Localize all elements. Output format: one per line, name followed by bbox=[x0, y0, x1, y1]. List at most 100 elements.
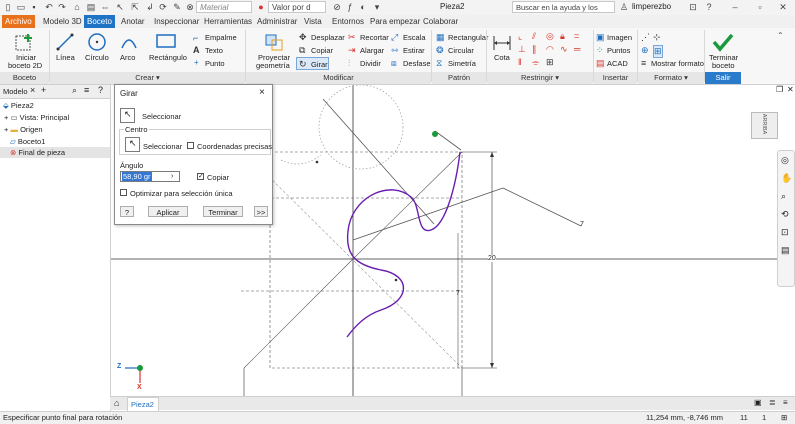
browser-tab-modelo[interactable]: Modelo bbox=[3, 87, 28, 96]
tile-icon[interactable]: ▣ bbox=[754, 398, 762, 407]
angle-input[interactable]: 58,90 gr › bbox=[120, 171, 180, 182]
browser-item-view[interactable]: + ▭ Vista: Principal bbox=[4, 112, 69, 123]
tab-para-empezar[interactable]: Para empezar bbox=[367, 15, 423, 28]
print-icon[interactable]: ▤ bbox=[86, 2, 96, 12]
equal-icon[interactable]: = bbox=[574, 31, 579, 41]
browser-item-sketch[interactable]: ▱ Boceto1 bbox=[10, 136, 45, 147]
more-options-button[interactable]: >> bbox=[254, 206, 268, 217]
show-format-label[interactable]: Mostrar formato bbox=[651, 59, 704, 68]
tab-menu-icon[interactable]: ≡ bbox=[783, 398, 788, 407]
tab-vista[interactable]: Vista bbox=[301, 15, 325, 28]
rectangular-pattern-icon[interactable]: ▦ bbox=[436, 32, 445, 43]
start-sketch-label-2[interactable]: boceto 2D bbox=[8, 61, 42, 70]
home-tab-icon[interactable]: ⌂ bbox=[114, 398, 119, 408]
open-file-icon[interactable]: ▭ bbox=[16, 2, 26, 12]
help-button[interactable]: ? bbox=[120, 206, 134, 217]
angle-flyout-icon[interactable]: › bbox=[171, 172, 173, 181]
text-icon[interactable]: A bbox=[193, 45, 200, 55]
line-label[interactable]: Línea bbox=[56, 53, 75, 62]
browser-item-end-of-part[interactable]: ⊗ Final de pieza bbox=[0, 147, 110, 158]
move-label[interactable]: Desplazar bbox=[311, 33, 345, 42]
move-icon[interactable]: ✥ bbox=[299, 32, 307, 43]
extend-icon[interactable]: ⇥ bbox=[348, 45, 356, 56]
symmetric-icon[interactable]: ⌯ bbox=[532, 57, 539, 68]
cursor-icon[interactable]: ⇱ bbox=[130, 2, 140, 12]
offset-label[interactable]: Desfase bbox=[403, 59, 431, 68]
clear-icon[interactable]: ⊘ bbox=[332, 2, 342, 12]
tab-entornos[interactable]: Entornos bbox=[329, 15, 367, 28]
offset-icon[interactable]: ⧈ bbox=[391, 58, 397, 69]
finish-button[interactable]: Terminar bbox=[203, 206, 243, 217]
home-icon[interactable]: ⌂ bbox=[72, 2, 82, 12]
pan-icon[interactable]: ✋ bbox=[781, 173, 792, 184]
circular-pattern-label[interactable]: Circular bbox=[448, 46, 474, 55]
select-icon[interactable]: ↖ bbox=[115, 2, 125, 12]
tab-herramientas[interactable]: Herramientas bbox=[201, 15, 255, 28]
construction-icon[interactable]: ⋰ bbox=[641, 32, 650, 43]
appearance-dropdown[interactable]: Valor por d bbox=[268, 1, 326, 13]
stretch-icon[interactable]: ⇿ bbox=[391, 45, 399, 56]
project-geometry-label-2[interactable]: geometría bbox=[256, 61, 290, 70]
viewport-close-icon[interactable]: ✕ bbox=[787, 85, 794, 94]
steering-wheel-icon[interactable]: ◎ bbox=[781, 155, 789, 166]
browser-item-part[interactable]: ⬙ Pieza2 bbox=[3, 100, 34, 111]
stop-icon[interactable]: ⊗ bbox=[185, 2, 195, 12]
browser-menu-icon[interactable]: ≡ bbox=[84, 85, 89, 95]
smooth-icon[interactable]: ∿ bbox=[560, 44, 568, 55]
acad-icon[interactable]: ▤ bbox=[596, 58, 605, 69]
tab-inspeccionar[interactable]: Inspeccionar bbox=[151, 15, 202, 28]
fx-icon[interactable]: ƒ bbox=[345, 2, 355, 12]
precise-coords-checkbox[interactable] bbox=[187, 142, 194, 149]
close-icon[interactable]: ✕ bbox=[778, 2, 788, 12]
dimension-label-7[interactable]: 7 bbox=[456, 290, 460, 297]
tab-administrar[interactable]: Administrar bbox=[254, 15, 300, 28]
panel-formato[interactable]: Formato ▾ bbox=[638, 72, 704, 84]
new-file-icon[interactable]: ▯ bbox=[3, 2, 13, 12]
point-label[interactable]: Punto bbox=[205, 59, 225, 68]
zoom-icon[interactable]: ⌕ bbox=[781, 191, 786, 202]
scale-icon[interactable]: ⤢ bbox=[391, 32, 398, 43]
save-icon[interactable]: ▪ bbox=[29, 2, 39, 12]
dialog-close-icon[interactable]: × bbox=[259, 87, 265, 98]
status-grid-icon[interactable]: ⊞ bbox=[781, 412, 787, 424]
format-icon[interactable]: ≡ bbox=[641, 58, 646, 68]
rectangular-pattern-label[interactable]: Rectangular bbox=[448, 33, 488, 42]
fix-icon[interactable]: 🔒︎ bbox=[560, 31, 565, 42]
add-browser-icon[interactable]: + bbox=[41, 85, 46, 95]
material-dropdown[interactable]: Material bbox=[196, 1, 252, 13]
image-icon[interactable]: ▣ bbox=[596, 32, 605, 43]
tab-colaborar[interactable]: Colaborar bbox=[420, 15, 461, 28]
parallel-icon[interactable]: ∥ bbox=[532, 44, 537, 55]
help-icon[interactable]: ? bbox=[704, 2, 714, 12]
rectangle-icon[interactable] bbox=[155, 33, 177, 49]
fillet-label[interactable]: Empalme bbox=[205, 33, 237, 42]
viewport-restore-icon[interactable]: ❐ bbox=[776, 85, 783, 94]
viewcube[interactable]: ARRIBA bbox=[751, 112, 778, 139]
concentric-icon[interactable]: ◎ bbox=[546, 31, 554, 42]
select-geometry-button[interactable]: ↖ bbox=[120, 108, 135, 123]
horizontal-icon[interactable]: ═ bbox=[574, 44, 580, 54]
dimension-label-7b[interactable]: 7 bbox=[580, 221, 584, 228]
line-icon[interactable] bbox=[55, 32, 75, 52]
driven-dimension-icon[interactable]: ⊞ bbox=[653, 45, 663, 58]
stretch-label[interactable]: Estirar bbox=[403, 46, 425, 55]
undo-icon[interactable]: ↶ bbox=[44, 2, 54, 12]
finish-sketch-label-2[interactable]: boceto bbox=[712, 61, 735, 70]
update-icon[interactable]: ⟳ bbox=[158, 2, 168, 12]
points-label[interactable]: Puntos bbox=[607, 46, 630, 55]
cascade-icon[interactable]: ≣ bbox=[769, 398, 776, 407]
browser-item-origin[interactable]: + ▬ Origen bbox=[4, 124, 43, 135]
dimension-label-20[interactable]: 20 bbox=[488, 255, 496, 262]
copy-icon[interactable]: ⧉ bbox=[299, 45, 305, 56]
copy-label[interactable]: Copiar bbox=[311, 46, 333, 55]
mirror-label[interactable]: Simetría bbox=[448, 59, 476, 68]
tab-modelo-3d[interactable]: Modelo 3D bbox=[40, 15, 85, 28]
ribbon-collapse-icon[interactable]: ⌃ bbox=[777, 31, 784, 40]
points-icon[interactable]: ⁘ bbox=[596, 45, 604, 56]
return-icon[interactable]: ↲ bbox=[145, 2, 155, 12]
color-icon[interactable]: ◐ bbox=[358, 2, 368, 12]
browser-more-icon[interactable]: ? bbox=[98, 85, 103, 95]
tab-archivo[interactable]: Archivo bbox=[2, 15, 35, 28]
redo-icon[interactable]: ↷ bbox=[57, 2, 67, 12]
vertical-icon[interactable]: ‖ bbox=[518, 57, 522, 67]
